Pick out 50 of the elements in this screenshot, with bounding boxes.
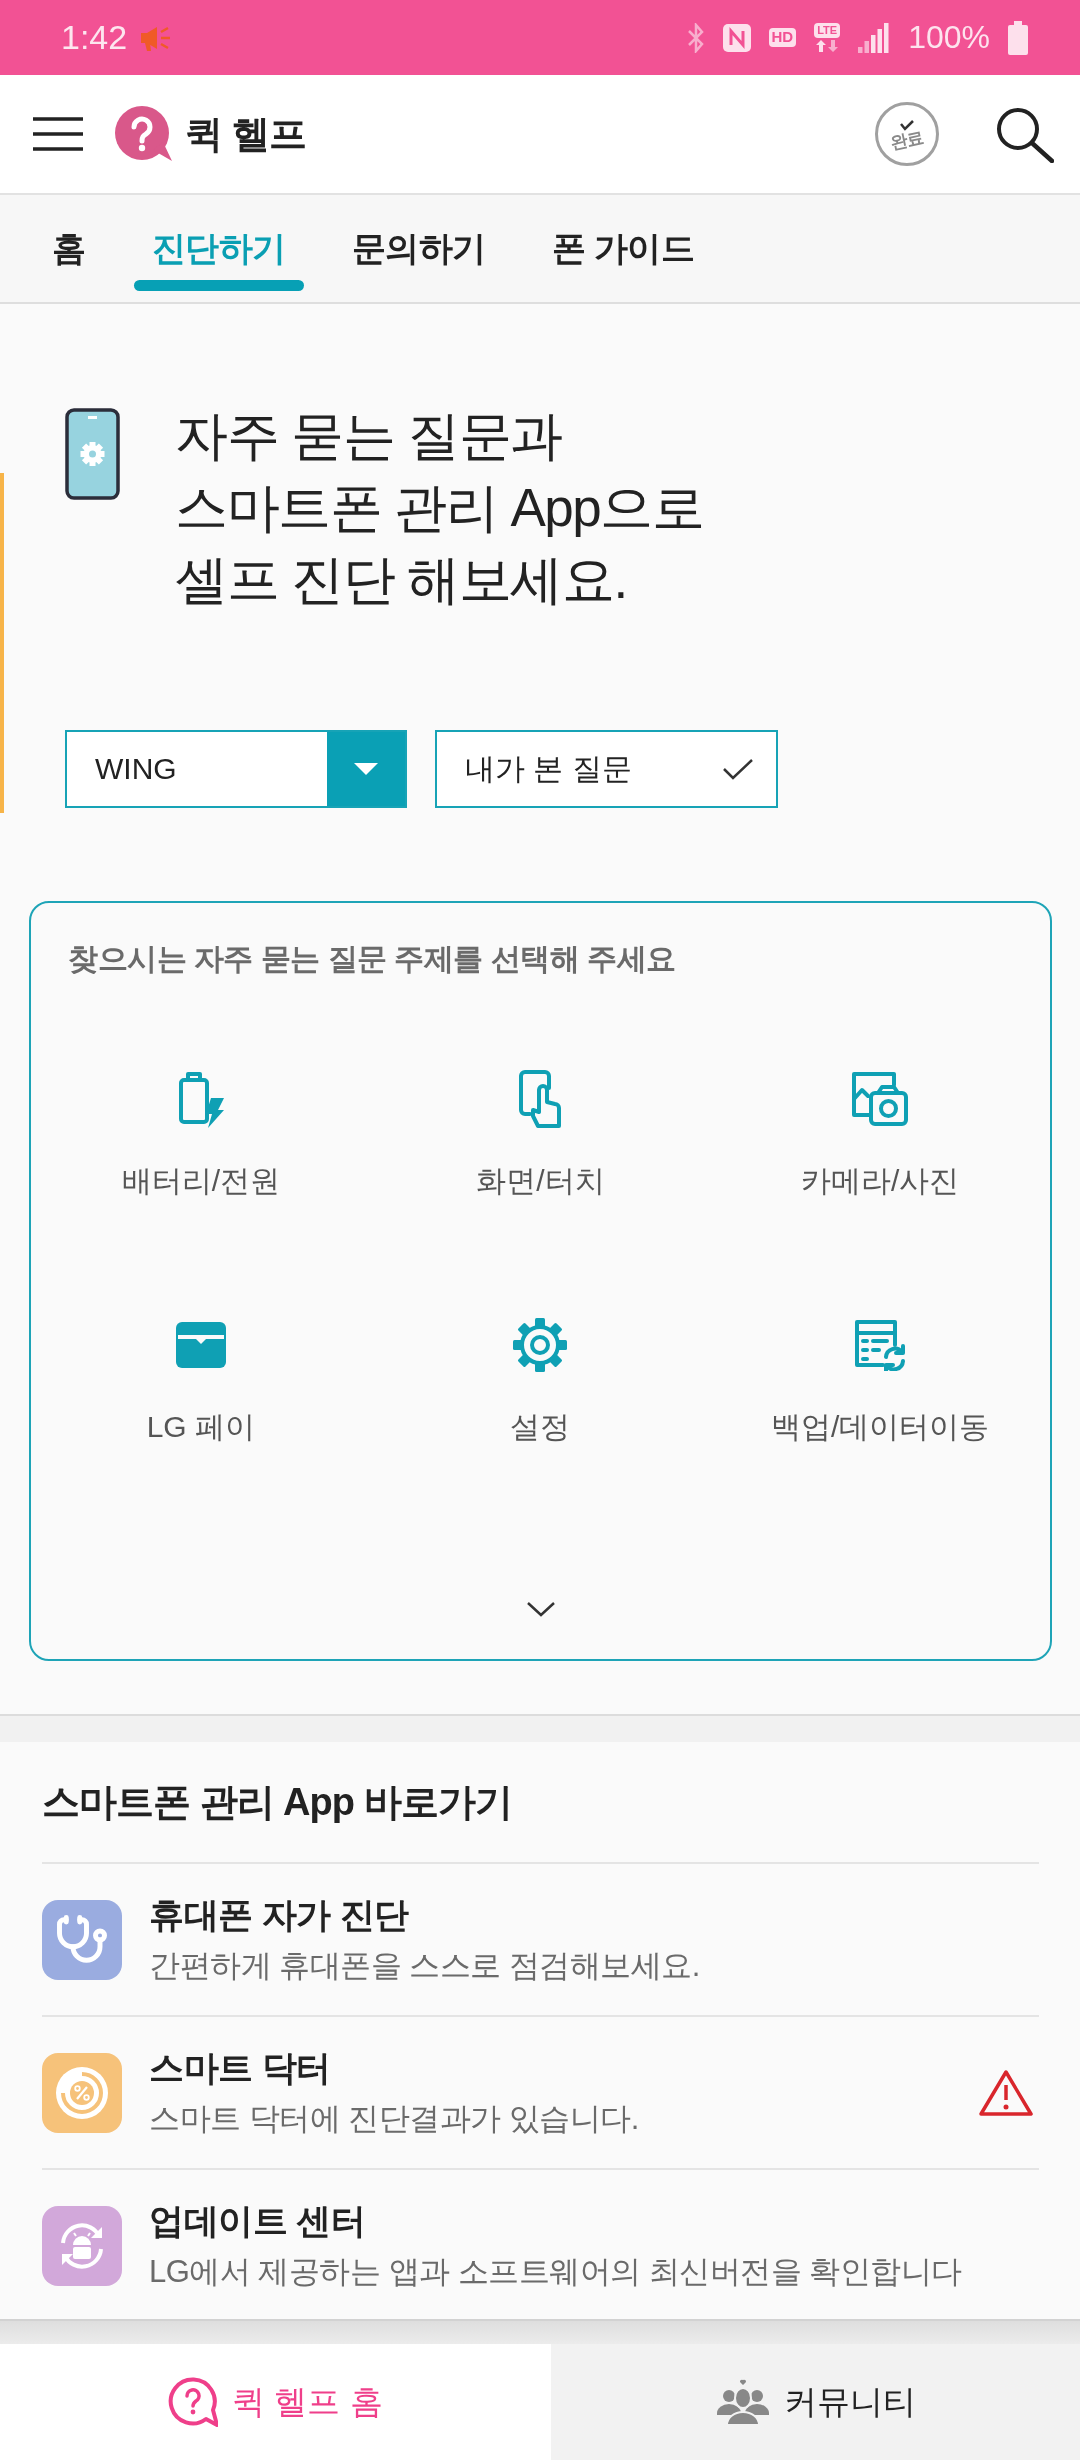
- hero-title: 자주 묻는 질문과 스마트폰 관리 App으로 셀프 진단 해보세요.: [175, 405, 704, 611]
- topic-item[interactable]: 배터리/전원: [121, 1069, 280, 1201]
- app-title: 퀵 헬프: [185, 111, 306, 157]
- app-list-item[interactable]: 휴대폰 자가 진단 간편하게 휴대폰을 스스로 점검해보세요.: [42, 1862, 1039, 2015]
- menu-icon[interactable]: [33, 117, 83, 151]
- topic-item[interactable]: 화면/터치: [476, 1069, 605, 1201]
- apps-section-title: 스마트폰 관리 App 바로가기: [42, 1779, 512, 1825]
- battery-percent: 100%: [908, 19, 990, 56]
- tick-icon: [899, 119, 915, 131]
- topic-item[interactable]: 백업/데이터이동: [771, 1315, 990, 1447]
- card-heading: 찾으시는 자주 묻는 질문 주제를 선택해 주세요: [68, 941, 676, 977]
- data-arrows-icon: [815, 39, 840, 52]
- card-icon: [175, 1322, 226, 1368]
- topic-item[interactable]: LG 페이: [146, 1315, 255, 1447]
- check-icon: [722, 758, 754, 780]
- people-icon: [715, 2379, 770, 2425]
- tab[interactable]: 홈: [34, 195, 104, 302]
- hd-indicator: HD: [768, 28, 797, 47]
- item-description: LG에서 제공하는 앱과 소프트웨어의 최신버전을 확인합니다: [149, 2252, 962, 2291]
- caret-icon: [327, 732, 405, 806]
- item-description: 간편하게 휴대폰을 스스로 점검해보세요.: [149, 1946, 700, 1985]
- touch-screen-icon: [518, 1070, 563, 1128]
- item-title: 스마트 닥터: [149, 2046, 332, 2089]
- lte-indicator: LTE: [814, 23, 841, 38]
- bottom-nav-tab[interactable]: 커뮤니티: [551, 2344, 1080, 2460]
- app-list-item[interactable]: 스마트 닥터 스마트 닥터에 진단결과가 있습니다.: [42, 2015, 1039, 2168]
- viewed-questions-select[interactable]: 내가 본 질문: [435, 730, 778, 808]
- tab[interactable]: 문의하기: [333, 195, 504, 302]
- topic-item[interactable]: 설정: [510, 1315, 571, 1447]
- photo-camera-icon: [851, 1071, 910, 1127]
- signal-icon: [858, 22, 891, 53]
- tab[interactable]: 폰 가이드: [533, 195, 713, 302]
- bluetooth-icon: [686, 22, 705, 53]
- item-title: 업데이트 센터: [149, 2199, 367, 2242]
- bottom-nav-tab[interactable]: 퀵 헬프 홈: [0, 2344, 551, 2460]
- item-title: 휴대폰 자가 진단: [149, 1893, 410, 1936]
- item-description: 스마트 닥터에 진단결과가 있습니다.: [149, 2099, 639, 2138]
- topic-item[interactable]: 카메라/사진: [801, 1069, 960, 1201]
- phone-gear-icon: [65, 408, 120, 500]
- settings-icon: [512, 1317, 569, 1373]
- model-select[interactable]: WING: [65, 730, 407, 808]
- chevron-down-icon[interactable]: [525, 1601, 556, 1617]
- status-time: 1:42: [61, 18, 128, 57]
- help-logo-icon: [115, 106, 173, 162]
- search-icon[interactable]: [994, 105, 1054, 163]
- battery-icon: [1008, 20, 1028, 55]
- help-bubble-icon: [168, 2377, 219, 2427]
- battery-bolt-icon: [176, 1070, 225, 1128]
- nfc-icon: [722, 23, 751, 52]
- document-sync-icon: [853, 1319, 908, 1371]
